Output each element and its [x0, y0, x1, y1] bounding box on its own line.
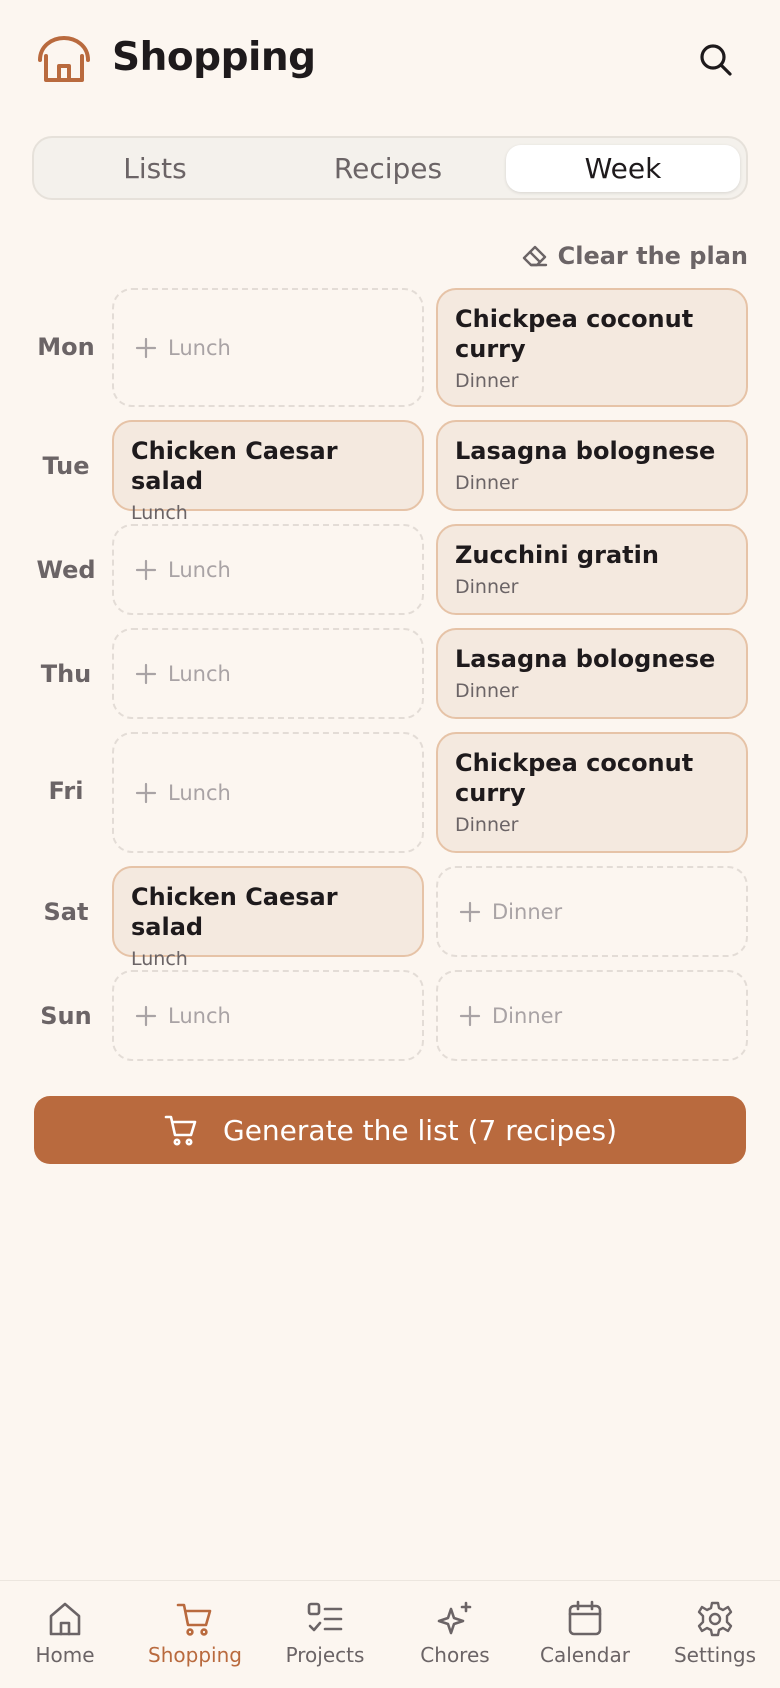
clear-plan-button[interactable]: Clear the plan: [520, 238, 748, 274]
checklist-icon: [307, 1602, 343, 1632]
eraser-icon: [522, 245, 547, 267]
day-label: Wed: [36, 556, 96, 584]
day-label: Tue: [42, 452, 90, 480]
tab-week[interactable]: Week: [506, 145, 740, 192]
plus-icon: [459, 1005, 481, 1026]
meal-type: Dinner: [455, 370, 519, 392]
meal-type: Dinner: [455, 576, 519, 598]
plus-icon: [135, 663, 157, 684]
nav-label: Chores: [420, 1643, 490, 1667]
meal-card[interactable]: Chickpea coconut curry Dinner: [436, 732, 748, 853]
nav-settings[interactable]: Settings: [650, 1581, 780, 1688]
day-label: Mon: [37, 333, 95, 361]
meal-name: Lasagna bolognese: [455, 437, 716, 465]
gear-icon: [697, 1601, 733, 1637]
meal-card[interactable]: Lasagna bolognese Dinner: [436, 420, 748, 511]
plus-icon: [135, 337, 157, 358]
meal-card[interactable]: Zucchini gratin Dinner: [436, 524, 748, 615]
day-label: Sun: [40, 1002, 92, 1030]
nav-chores[interactable]: Chores: [390, 1581, 520, 1688]
slot-label: Dinner: [492, 899, 563, 924]
house-logo-icon: [38, 36, 90, 82]
cart-icon: [164, 1115, 197, 1146]
nav-label: Home: [35, 1643, 95, 1667]
slot-label: Dinner: [492, 1003, 563, 1028]
app-header: Shopping: [0, 0, 780, 120]
slot-label: Lunch: [168, 780, 231, 805]
nav-shopping[interactable]: Shopping: [130, 1581, 260, 1688]
page-title: Shopping: [112, 35, 316, 80]
view-tabs: Lists Recipes Week: [32, 136, 748, 200]
nav-label: Shopping: [148, 1643, 242, 1667]
meal-name: Chickpea coconut curry: [455, 749, 694, 807]
meal-name: Chicken Caesar salad: [131, 883, 338, 941]
day-label: Sat: [43, 898, 89, 926]
plus-icon: [135, 559, 157, 580]
meal-name: Zucchini gratin: [455, 541, 659, 569]
meal-name: Chickpea coconut curry: [455, 305, 694, 363]
slot-label: Lunch: [168, 661, 231, 686]
plus-icon: [135, 1005, 157, 1026]
plus-icon: [135, 782, 157, 803]
nav-label: Settings: [673, 1643, 757, 1667]
nav-projects[interactable]: Projects: [260, 1581, 390, 1688]
add-lunch-slot[interactable]: Lunch: [112, 288, 424, 407]
add-lunch-slot[interactable]: Lunch: [112, 628, 424, 719]
app-screen: Shopping Lists Recipes Week Clear the pl…: [0, 0, 780, 1688]
add-lunch-slot[interactable]: Lunch: [112, 524, 424, 615]
generate-list-label: Generate the list (7 recipes): [223, 1113, 617, 1147]
add-lunch-slot[interactable]: Lunch: [112, 732, 424, 853]
search-icon[interactable]: [696, 40, 736, 80]
meal-name: Lasagna bolognese: [455, 645, 716, 673]
add-dinner-slot[interactable]: Dinner: [436, 866, 748, 957]
tab-lists[interactable]: Lists: [38, 145, 272, 192]
sparkle-icon: [437, 1601, 472, 1635]
tab-recipes[interactable]: Recipes: [271, 145, 505, 192]
nav-label: Calendar: [540, 1643, 630, 1667]
nav-home[interactable]: Home: [0, 1581, 130, 1688]
day-label: Thu: [40, 660, 92, 688]
bottom-nav: Home Shopping Projects Chores Calendar S…: [0, 1580, 780, 1688]
nav-label: Projects: [285, 1643, 365, 1667]
day-label: Fri: [48, 777, 84, 805]
nav-calendar[interactable]: Calendar: [520, 1581, 650, 1688]
meal-card[interactable]: Lasagna bolognese Dinner: [436, 628, 748, 719]
meal-type: Dinner: [455, 814, 519, 836]
meal-type: Lunch: [131, 502, 188, 524]
meal-name: Chicken Caesar salad: [131, 437, 338, 495]
add-dinner-slot[interactable]: Dinner: [436, 970, 748, 1061]
clear-plan-label: Clear the plan: [557, 242, 748, 270]
cart-icon: [176, 1603, 212, 1636]
slot-label: Lunch: [168, 557, 231, 582]
meal-card[interactable]: Chicken Caesar salad Lunch: [112, 866, 424, 970]
meal-card[interactable]: Chickpea coconut curry Dinner: [436, 288, 748, 407]
add-lunch-slot[interactable]: Lunch: [112, 970, 424, 1061]
slot-label: Lunch: [168, 1003, 231, 1028]
slot-label: Lunch: [168, 335, 231, 360]
calendar-icon: [568, 1600, 602, 1636]
plus-icon: [459, 901, 481, 922]
generate-list-button[interactable]: Generate the list (7 recipes): [34, 1096, 746, 1164]
meal-type: Dinner: [455, 472, 519, 494]
meal-type: Lunch: [131, 948, 188, 970]
meal-card[interactable]: Chicken Caesar salad Lunch: [112, 420, 424, 524]
meal-type: Dinner: [455, 680, 519, 702]
home-icon: [49, 1602, 81, 1636]
